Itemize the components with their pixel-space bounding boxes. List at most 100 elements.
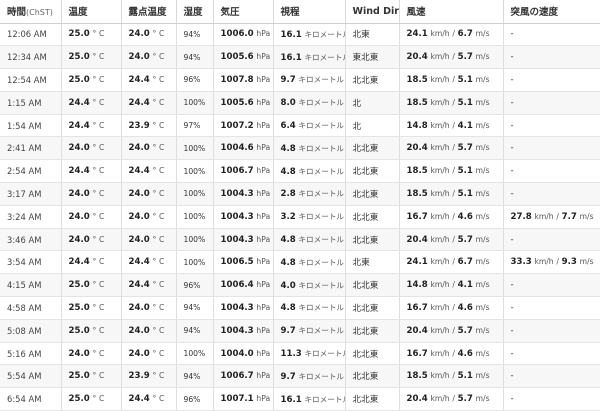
cell-humidity: 100%	[176, 182, 214, 206]
dew-value: 24.0	[128, 143, 150, 154]
cell-pressure: 1006.5 hPa	[213, 250, 274, 275]
cell-wind-dir: 北北東	[345, 364, 400, 389]
celsius-unit: C	[98, 348, 105, 358]
cell-visibility: 4.8 キロメートル	[273, 159, 346, 184]
degree-unit: °	[92, 29, 97, 39]
km-unit: キロメートル	[298, 75, 345, 85]
cell-time: 12:54 AM	[0, 68, 62, 92]
wind-dir-value: 北北東	[352, 235, 379, 246]
ms-unit: m/s	[579, 211, 594, 221]
temp-value: 25.0	[68, 302, 90, 313]
km-unit: キロメートル	[298, 371, 345, 381]
cell-wind-speed: 24.1 km/h / 6.7 m/s	[399, 250, 504, 275]
header-humidity[interactable]: 湿度	[176, 0, 214, 24]
wind-kmh-value: 18.5	[406, 188, 428, 199]
degree-unit: °	[152, 166, 157, 176]
time-value: 5:08 AM	[7, 325, 42, 336]
wind-kmh-value: 20.4	[406, 52, 428, 63]
cell-dew-point: 24.4 ° C	[121, 273, 177, 298]
wind-kmh-value: 18.5	[406, 166, 428, 177]
cell-wind-dir: 北東	[345, 23, 400, 47]
celsius-unit: C	[98, 280, 105, 290]
dew-value: 23.9	[128, 371, 150, 382]
celsius-unit: C	[98, 371, 105, 381]
cell-time: 1:54 AM	[0, 114, 62, 138]
gust-empty-value: -	[510, 143, 514, 154]
wind-dir-value: 北北東	[352, 75, 379, 86]
degree-unit: °	[92, 371, 97, 381]
cell-wind-dir: 北北東	[345, 387, 400, 411]
cell-visibility: 9.7 キロメートル	[273, 68, 346, 92]
table-row: 3:46 AM 24.0 ° C 24.0 ° C 100% 1004.3 hP…	[0, 228, 600, 252]
cell-temp: 25.0 ° C	[61, 319, 122, 343]
wind-ms-value: 4.1	[457, 120, 473, 131]
hpa-unit: hPa	[256, 211, 271, 221]
celsius-unit: C	[98, 74, 105, 84]
wind-dir-value: 東北東	[352, 53, 379, 64]
cell-visibility: 16.1 キロメートル	[273, 387, 346, 411]
hpa-unit: hPa	[256, 97, 271, 107]
header-wind-dir[interactable]: Wind Dir	[345, 0, 400, 24]
celsius-unit: C	[98, 302, 105, 312]
temp-value: 24.0	[68, 348, 90, 359]
header-visibility[interactable]: 視程	[273, 0, 346, 24]
visibility-value: 4.8	[280, 235, 296, 246]
cell-humidity: 96%	[176, 387, 214, 411]
gust-kmh-value: 33.3	[510, 257, 532, 268]
cell-wind-dir: 北東	[345, 250, 400, 275]
ms-unit: m/s	[475, 211, 490, 221]
header-gust-speed[interactable]: 突風の速度	[503, 0, 600, 24]
wind-ms-value: 4.6	[457, 348, 473, 359]
degree-unit: °	[152, 394, 157, 404]
humidity-value: 100%	[183, 166, 206, 176]
cell-wind-dir: 北	[345, 114, 400, 138]
header-wind-speed[interactable]: 風速	[399, 0, 504, 24]
kmh-unit: km/h	[430, 97, 450, 107]
cell-humidity: 94%	[176, 364, 214, 389]
celsius-unit: C	[98, 143, 105, 153]
cell-wind-speed: 16.7 km/h / 4.6 m/s	[399, 296, 504, 320]
degree-unit: °	[152, 29, 157, 39]
celsius-unit: C	[158, 120, 165, 130]
time-value: 6:54 AM	[7, 394, 42, 405]
wind-dir-value: 北北東	[352, 212, 379, 223]
cell-temp: 24.0 ° C	[61, 205, 122, 229]
km-unit: キロメートル	[298, 212, 345, 222]
cell-dew-point: 24.0 ° C	[121, 319, 177, 343]
cell-gust-speed: -	[503, 228, 600, 252]
gust-ms-value: 9.3	[561, 257, 577, 268]
kmh-unit: km/h	[430, 325, 450, 335]
degree-unit: °	[92, 234, 97, 244]
dew-value: 23.9	[128, 120, 150, 131]
cell-dew-point: 24.0 ° C	[121, 296, 177, 320]
degree-unit: °	[152, 302, 157, 312]
ms-unit: m/s	[475, 257, 490, 267]
celsius-unit: C	[158, 280, 165, 290]
unit-separator: /	[452, 371, 455, 381]
cell-dew-point: 24.4 ° C	[121, 250, 177, 275]
unit-separator: /	[452, 302, 455, 312]
header-dew-point[interactable]: 露点温度	[121, 0, 177, 24]
gust-empty-value: -	[510, 29, 514, 40]
ms-unit: m/s	[475, 52, 490, 62]
cell-temp: 24.0 ° C	[61, 228, 122, 252]
ms-unit: m/s	[475, 97, 490, 107]
degree-unit: °	[92, 302, 97, 312]
cell-visibility: 4.8 キロメートル	[273, 136, 346, 161]
cell-time: 1:15 AM	[0, 91, 62, 115]
cell-wind-dir: 北北東	[345, 205, 400, 229]
cell-visibility: 4.8 キロメートル	[273, 228, 346, 252]
header-pressure[interactable]: 気圧	[213, 0, 274, 24]
unit-separator: /	[556, 211, 559, 221]
table-row: 12:54 AM 25.0 ° C 24.4 ° C 96% 1007.8 hP…	[0, 68, 600, 92]
temp-value: 24.4	[68, 257, 90, 268]
header-temp[interactable]: 温度	[61, 0, 122, 24]
cell-gust-speed: -	[503, 273, 600, 298]
cell-time: 12:34 AM	[0, 45, 62, 70]
header-time[interactable]: 時間(ChST)	[0, 0, 62, 24]
ms-unit: m/s	[475, 74, 490, 84]
wind-dir-value: 北北東	[352, 349, 379, 360]
cell-time: 3:54 AM	[0, 250, 62, 275]
visibility-value: 8.0	[280, 98, 296, 109]
humidity-value: 100%	[183, 143, 206, 153]
